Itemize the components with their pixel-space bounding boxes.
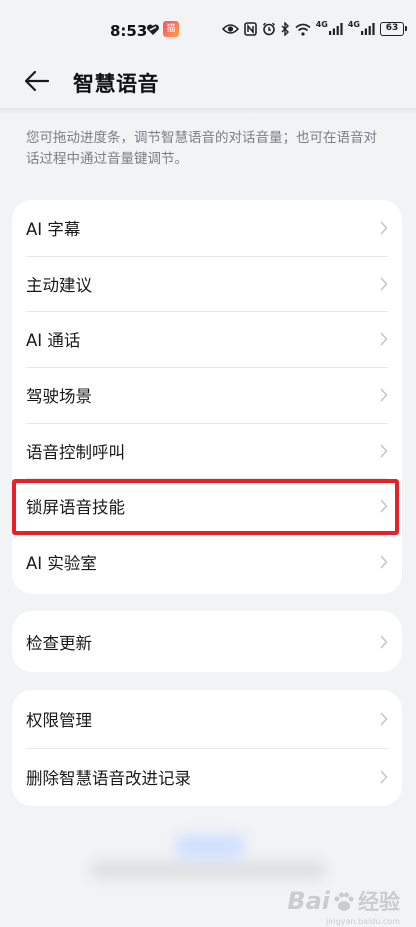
settings-item-driving-scene[interactable]: 驾驶场景 xyxy=(12,367,402,423)
settings-item-label: 语音控制呼叫 xyxy=(26,442,125,462)
network-type-1: 4G xyxy=(315,19,328,29)
page-header: 智慧语音 xyxy=(0,58,416,104)
paw-logo-icon xyxy=(334,892,354,911)
chevron-right-icon xyxy=(380,444,388,457)
settings-item-permission-management[interactable]: 权限管理 xyxy=(12,690,402,748)
chevron-right-icon xyxy=(380,770,388,784)
settings-item-label: 检查更新 xyxy=(26,633,92,653)
chevron-right-icon xyxy=(380,635,388,648)
signal-icon-1 xyxy=(328,23,343,35)
scroll-divider xyxy=(0,108,416,114)
heart-notification-icon xyxy=(146,24,160,35)
app-notification-icon: 猫 xyxy=(163,21,179,37)
settings-card-privacy: 权限管理 删除智慧语音改进记录 xyxy=(12,690,402,806)
eye-icon xyxy=(221,24,239,34)
volume-description: 您可拖动进度条，调节智慧语音的对话音量；也可在语音对话过程中通过音量键调节。 xyxy=(26,130,377,167)
settings-item-label: 驾驶场景 xyxy=(26,386,92,406)
settings-item-label: AI 实验室 xyxy=(26,553,97,573)
settings-item-voice-call-control[interactable]: 语音控制呼叫 xyxy=(12,422,402,479)
battery-icon: 63 xyxy=(380,22,407,36)
settings-item-label: 权限管理 xyxy=(26,711,92,730)
settings-item-label: AI 字幕 xyxy=(26,219,81,239)
blurred-footer-content xyxy=(80,835,336,895)
signal-icon-2 xyxy=(361,23,375,35)
settings-item-check-update[interactable]: 检查更新 xyxy=(12,611,402,672)
chevron-right-icon xyxy=(380,332,388,346)
bluetooth-icon xyxy=(281,22,289,36)
settings-item-ai-lab[interactable]: AI 实验室 xyxy=(12,534,402,590)
settings-card-update: 检查更新 xyxy=(12,611,402,672)
network-type-2: 4G xyxy=(347,19,360,29)
chevron-right-icon xyxy=(380,555,388,569)
settings-item-label: 锁屏语音技能 xyxy=(26,498,125,518)
status-time: 8:53 xyxy=(110,22,148,40)
page-title: 智慧语音 xyxy=(73,72,159,96)
watermark-sub-text: 经验 xyxy=(358,890,400,914)
nfc-icon xyxy=(243,22,257,36)
settings-item-label: AI 通话 xyxy=(26,331,81,351)
settings-item-proactive-suggestions[interactable]: 主动建议 xyxy=(12,255,402,312)
arrow-left-icon xyxy=(24,70,50,92)
status-icons: 4G 4G 63 xyxy=(221,19,407,38)
status-bar: 8:53 猫 4G 4G 63 xyxy=(0,0,416,56)
back-button[interactable] xyxy=(22,67,52,95)
chevron-right-icon xyxy=(380,221,388,235)
settings-card-main: AI 字幕 主动建议 AI 通话 驾驶场景 语音控制呼叫 锁屏语音技能 AI 实… xyxy=(12,200,402,594)
settings-item-label: 删除智慧语音改进记录 xyxy=(26,769,191,788)
settings-item-ai-call[interactable]: AI 通话 xyxy=(12,311,402,367)
chevron-right-icon xyxy=(380,388,388,402)
alarm-icon xyxy=(262,22,275,36)
chevron-right-icon xyxy=(380,712,388,726)
chevron-right-icon xyxy=(380,499,388,513)
settings-item-ai-subtitles[interactable]: AI 字幕 xyxy=(12,200,402,256)
watermark-logo-text: Bai xyxy=(287,887,330,915)
chevron-right-icon xyxy=(380,277,388,290)
settings-item-label: 主动建议 xyxy=(26,275,92,295)
wifi-icon xyxy=(295,23,311,36)
baidu-watermark: Bai 经验 jingyan.baidu.com xyxy=(287,887,400,926)
watermark-url: jingyan.baidu.com xyxy=(326,917,400,926)
settings-item-delete-improvement-records[interactable]: 删除智慧语音改进记录 xyxy=(12,748,402,806)
settings-item-lockscreen-voice-skills[interactable]: 锁屏语音技能 xyxy=(12,478,402,534)
